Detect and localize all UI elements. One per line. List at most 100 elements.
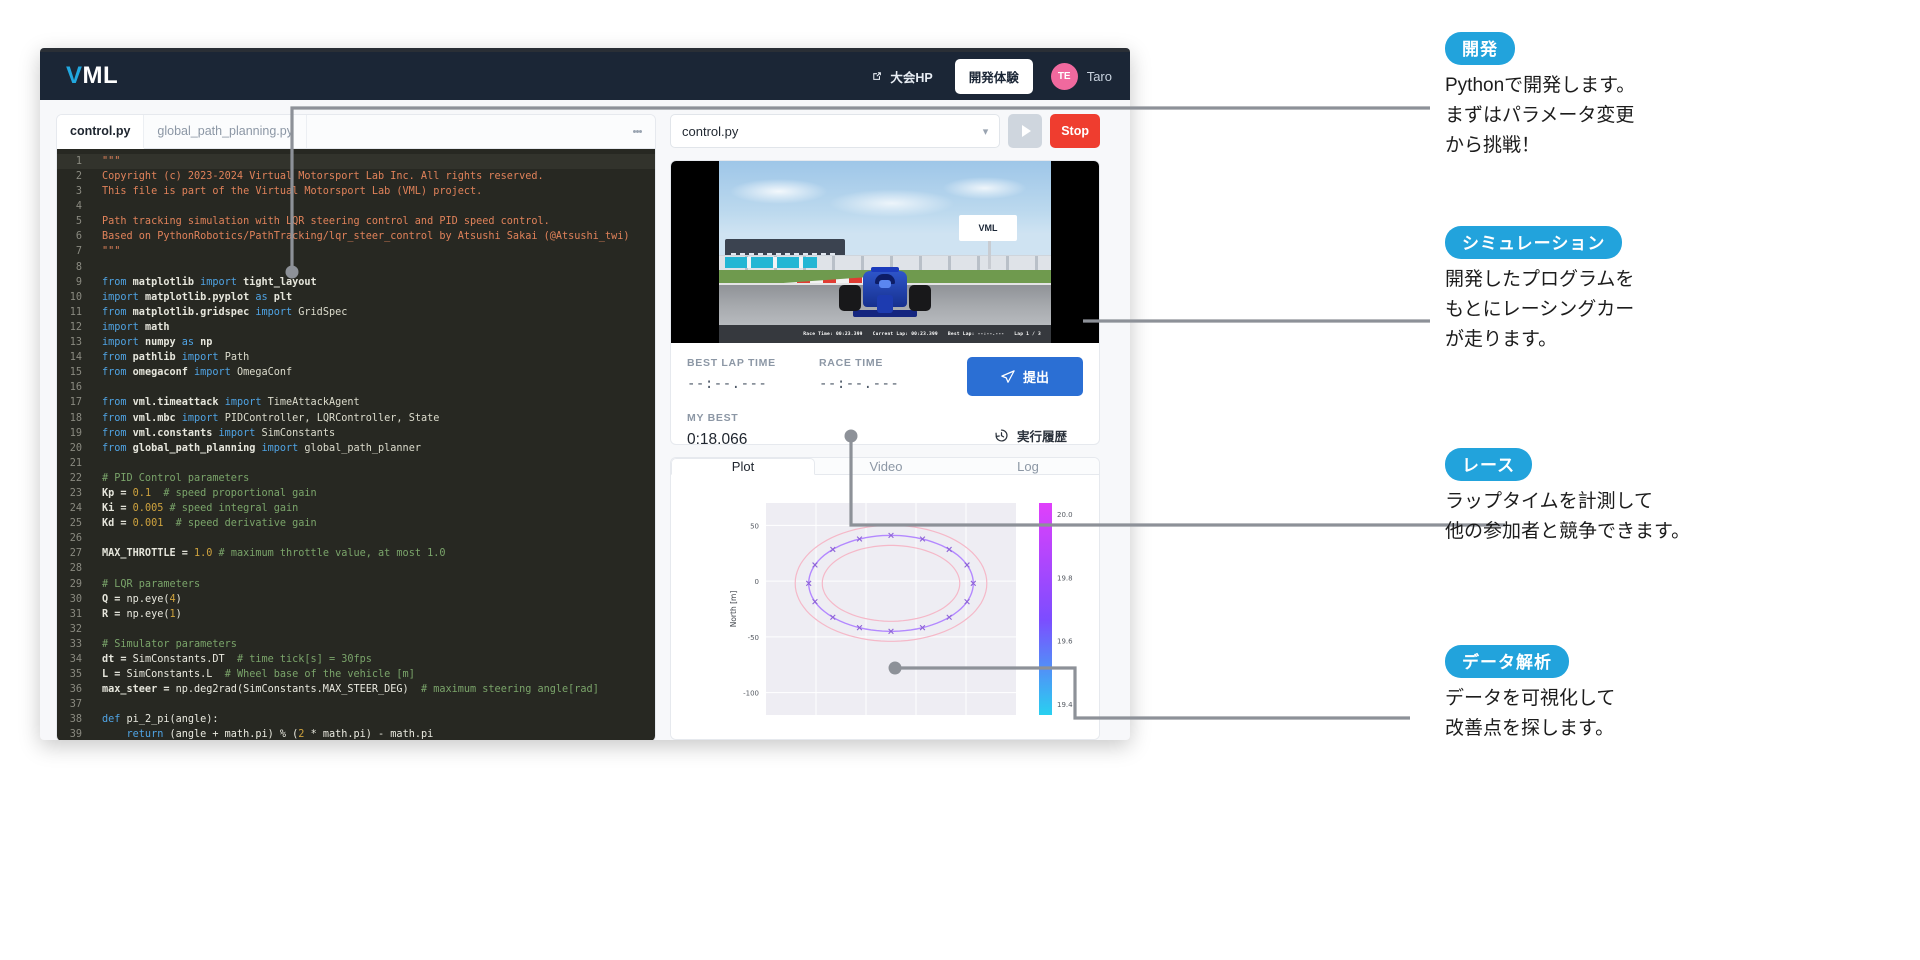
code-line: 36max_steer = np.deg2rad(SimConstants.MA… <box>57 682 655 697</box>
annotation-data-analysis: データ解析 データを可視化して 改善点を探します。 <box>1445 645 1865 744</box>
simulation-viewport[interactable]: VML <box>671 161 1099 343</box>
car-nose <box>877 295 893 313</box>
car-cockpit <box>879 280 891 288</box>
editor-tabbar: control.py global_path_planning.py <box>57 115 655 149</box>
code-line-text <box>93 531 102 546</box>
run-history-button[interactable]: 実行履歴 <box>978 420 1083 445</box>
code-line-number: 37 <box>57 697 93 712</box>
code-editor-card: control.py global_path_planning.py 1"""2… <box>56 114 656 740</box>
code-line-text: Path tracking simulation with LQR steeri… <box>93 214 550 229</box>
file-select[interactable]: control.py ▾ <box>670 114 1000 148</box>
code-line-number: 33 <box>57 637 93 652</box>
annotation-text-data-analysis: データを可視化して 改善点を探します。 <box>1445 684 1865 744</box>
code-line-text: Based on PythonRobotics/PathTracking/lqr… <box>93 229 629 244</box>
tournament-homepage-label: 大会HP <box>890 67 932 86</box>
plot-area[interactable]: 500-50-100North [m]20.019.819.619.4 <box>671 475 1099 740</box>
code-line-text <box>93 456 102 471</box>
submit-label: 提出 <box>1023 367 1049 386</box>
code-line: 33# Simulator parameters <box>57 637 655 652</box>
run-history-label: 実行履歴 <box>1017 426 1067 445</box>
code-line-number: 29 <box>57 577 93 592</box>
code-line-number: 30 <box>57 592 93 607</box>
code-line: 6Based on PythonRobotics/PathTracking/lq… <box>57 229 655 244</box>
y-tick-label: -50 <box>748 634 759 642</box>
stop-button[interactable]: Stop <box>1050 114 1100 148</box>
tab-log[interactable]: Log <box>957 458 1099 475</box>
race-car <box>837 265 933 319</box>
code-line: 12import math <box>57 320 655 335</box>
code-line: 31R = np.eye(1) <box>57 607 655 622</box>
play-icon <box>1022 125 1031 137</box>
code-line: 34dt = SimConstants.DT # time tick[s] = … <box>57 652 655 667</box>
simulation-card: VML <box>670 160 1100 445</box>
tournament-homepage-link[interactable]: 大会HP <box>859 61 944 92</box>
timing-row-secondary: MY BEST 0:18.066 実行履歴 <box>687 410 1083 445</box>
screenshot-root: VML 大会HP 開発体験 TE Taro control.py gl <box>0 0 1920 960</box>
my-best-block: MY BEST 0:18.066 <box>687 412 819 445</box>
run-button[interactable] <box>1008 114 1042 148</box>
y-axis-label: North [m] <box>729 591 738 628</box>
track-banner: VML <box>959 215 1017 241</box>
code-line-number: 25 <box>57 516 93 531</box>
editor-tab-control-py[interactable]: control.py <box>57 115 144 149</box>
colorbar-tick-label: 19.8 <box>1057 575 1073 583</box>
submit-button[interactable]: 提出 <box>967 357 1083 396</box>
annotation-simulation: シミュレーション 開発したプログラムを もとにレーシングカー が走ります。 <box>1445 226 1865 355</box>
code-line-text: # PID Control parameters <box>93 471 249 486</box>
right-column: control.py ▾ Stop <box>670 114 1100 740</box>
my-best-value: 0:18.066 <box>687 431 819 445</box>
code-line-number: 24 <box>57 501 93 516</box>
code-line: 37 <box>57 697 655 712</box>
code-content[interactable]: 1"""2Copyright (c) 2023-2024 Virtual Mot… <box>57 149 655 740</box>
code-line: 2Copyright (c) 2023-2024 Virtual Motorsp… <box>57 169 655 184</box>
dev-experience-button[interactable]: 開発体験 <box>955 59 1033 94</box>
annotation-chip-data-analysis: データ解析 <box>1445 645 1569 678</box>
code-line-number: 12 <box>57 320 93 335</box>
code-line-number: 10 <box>57 290 93 305</box>
car-tyre-left <box>839 285 861 311</box>
code-line-text: from vml.timeattack import TimeAttackAge… <box>93 395 360 410</box>
track-barrier-ads <box>725 257 817 268</box>
hud-lap-counter: Lap 1 / 3 <box>1014 332 1041 337</box>
race-time-value: --:--.--- <box>819 376 951 392</box>
send-icon <box>1001 370 1015 384</box>
tab-plot[interactable]: Plot <box>671 458 815 475</box>
annotation-chip-simulation: シミュレーション <box>1445 226 1622 259</box>
code-line: 10import matplotlib.pyplot as plt <box>57 290 655 305</box>
code-line-text: from matplotlib.gridspec import GridSpec <box>93 305 347 320</box>
code-line: 20from global_path_planning import globa… <box>57 441 655 456</box>
code-line-text: Kd = 0.001 # speed derivative gain <box>93 516 317 531</box>
code-line: 24Ki = 0.005 # speed integral gain <box>57 501 655 516</box>
code-line: 23Kp = 0.1 # speed proportional gain <box>57 486 655 501</box>
annotation-race: レース ラップタイムを計測して 他の参加者と競争できます。 <box>1445 448 1915 547</box>
annotation-text-development: Pythonで開発します。 まずはパラメータ変更 から挑戦！ <box>1445 71 1865 161</box>
code-line-number: 9 <box>57 275 93 290</box>
tab-video[interactable]: Video <box>815 458 957 475</box>
code-line: 38def pi_2_pi(angle): <box>57 712 655 727</box>
timing-row-primary: BEST LAP TIME --:--.--- RACE TIME --:--.… <box>687 357 1083 396</box>
code-line-number: 14 <box>57 350 93 365</box>
colorbar-tick-label: 20.0 <box>1057 511 1073 519</box>
my-best-label: MY BEST <box>687 412 819 424</box>
hud-best-lap: Best Lap: --:--.--- <box>948 332 1004 337</box>
avatar[interactable]: TE <box>1051 63 1078 90</box>
best-lap-time-label: BEST LAP TIME <box>687 357 819 369</box>
code-line-text: This file is part of the Virtual Motorsp… <box>93 184 482 199</box>
submit-wrap: 提出 <box>967 357 1083 396</box>
code-line-text <box>93 622 102 637</box>
code-line: 35L = SimConstants.L # Wheel base of the… <box>57 667 655 682</box>
kebab-menu-icon[interactable] <box>629 115 645 148</box>
code-line-number: 38 <box>57 712 93 727</box>
code-line-text: Ki = 0.005 # speed integral gain <box>93 501 298 516</box>
code-line: 30Q = np.eye(4) <box>57 592 655 607</box>
vml-logo: VML <box>66 62 118 90</box>
editor-tab-global-path-planning-py[interactable]: global_path_planning.py <box>144 115 307 148</box>
code-line-number: 32 <box>57 622 93 637</box>
code-line-number: 23 <box>57 486 93 501</box>
code-line-text: from global_path_planning import global_… <box>93 441 421 456</box>
code-line: 5Path tracking simulation with LQR steer… <box>57 214 655 229</box>
code-line: 7""" <box>57 244 655 259</box>
code-line-text: L = SimConstants.L # Wheel base of the v… <box>93 667 415 682</box>
y-tick-label: -100 <box>743 690 759 698</box>
simulation-hud: Race Time: 00:23.399 Current Lap: 00:23.… <box>719 325 1051 343</box>
